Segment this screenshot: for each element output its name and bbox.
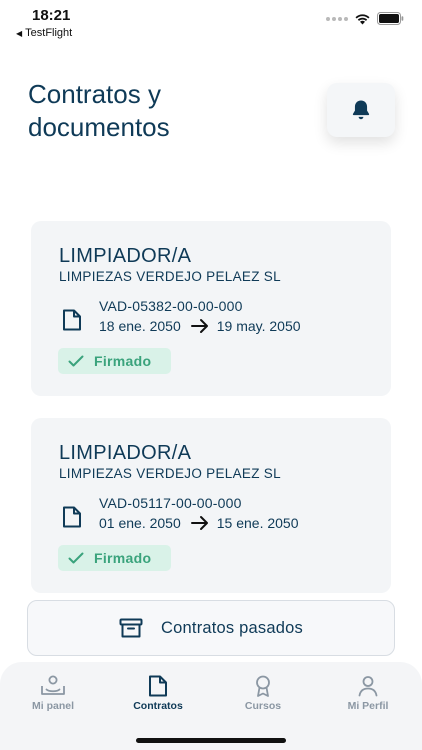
back-to-app-link[interactable]: ◀ TestFlight <box>16 27 72 39</box>
back-arrow-icon: ◀ <box>16 29 23 38</box>
contract-dates: 01 ene. 2050 15 ene. 2050 <box>99 515 299 531</box>
contract-role: LIMPIADOR/A <box>59 442 192 464</box>
tab-label: Mi panel <box>31 700 74 712</box>
cellular-signal-icon <box>326 16 348 21</box>
award-icon <box>256 675 270 697</box>
status-label: Firmado <box>94 550 152 566</box>
status-badge: Firmado <box>58 348 171 374</box>
tab-label: Contratos <box>133 700 183 712</box>
past-contracts-label: Contratos pasados <box>161 618 303 637</box>
document-icon <box>63 309 81 331</box>
wifi-icon <box>355 13 370 24</box>
arrow-right-icon <box>190 515 209 531</box>
contract-dates: 18 ene. 2050 19 may. 2050 <box>99 318 301 334</box>
contract-role: LIMPIADOR/A <box>59 245 192 267</box>
contract-card[interactable]: LIMPIADOR/A LIMPIEZAS VERDEJO PELAEZ SL … <box>31 418 391 593</box>
document-icon <box>63 506 81 528</box>
battery-icon <box>377 12 404 25</box>
panel-icon <box>41 675 65 695</box>
contract-company: LIMPIEZAS VERDEJO PELAEZ SL <box>59 269 281 284</box>
tab-label: Cursos <box>244 700 282 712</box>
user-icon <box>358 676 378 697</box>
tab-mi-perfil[interactable]: Mi Perfil <box>323 674 413 712</box>
archive-icon <box>119 618 143 638</box>
past-contracts-button[interactable]: Contratos pasados <box>27 600 395 656</box>
bell-icon <box>352 100 370 120</box>
arrow-right-icon <box>190 318 209 334</box>
check-icon <box>68 355 84 367</box>
tab-bar: Mi panel Contratos Cursos Mi Perfil <box>0 662 422 750</box>
status-time: 18:21 <box>32 7 71 24</box>
back-app-label: TestFlight <box>25 27 73 39</box>
contract-code: VAD-05117-00-00-000 <box>99 495 242 511</box>
status-badge: Firmado <box>58 545 171 571</box>
contract-end-date: 15 ene. 2050 <box>216 515 299 531</box>
contract-start-date: 18 ene. 2050 <box>99 318 181 334</box>
contract-end-date: 19 may. 2050 <box>216 318 301 334</box>
status-label: Firmado <box>94 353 152 369</box>
contract-start-date: 01 ene. 2050 <box>99 515 181 531</box>
document-icon <box>149 675 167 697</box>
notifications-button[interactable] <box>327 83 395 137</box>
tab-mi-panel[interactable]: Mi panel <box>8 674 98 712</box>
contract-company: LIMPIEZAS VERDEJO PELAEZ SL <box>59 466 281 481</box>
contract-card[interactable]: LIMPIADOR/A LIMPIEZAS VERDEJO PELAEZ SL … <box>31 221 391 396</box>
tab-cursos[interactable]: Cursos <box>218 674 308 712</box>
status-bar: 18:21 ◀ TestFlight <box>0 0 422 44</box>
page-title: Contratos y documentos <box>28 79 170 142</box>
home-indicator[interactable] <box>136 738 286 743</box>
system-icons <box>326 12 404 25</box>
tab-contratos[interactable]: Contratos <box>113 674 203 712</box>
check-icon <box>68 552 84 564</box>
contract-code: VAD-05382-00-00-000 <box>99 298 243 314</box>
tab-label: Mi Perfil <box>347 700 389 712</box>
